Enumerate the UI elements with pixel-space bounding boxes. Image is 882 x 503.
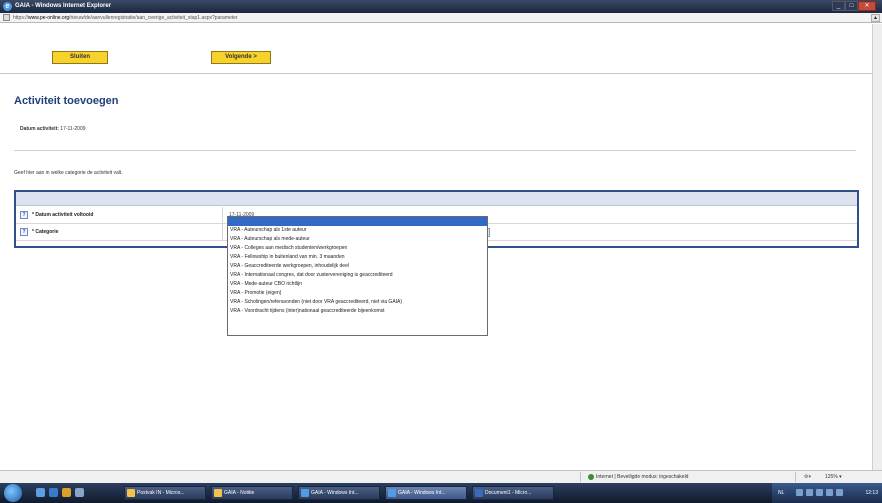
dropdown-option[interactable]: VRA - Mede-auteur CBO richtlijn: [228, 280, 487, 289]
switch-windows-icon[interactable]: [75, 488, 84, 497]
next-button[interactable]: Volgende >: [211, 51, 271, 64]
activity-date-value: 17-11-2009: [60, 126, 86, 132]
dropdown-option[interactable]: VRA - Promotie (eigen): [228, 289, 487, 298]
taskbar-item[interactable]: Document1 - Micro...: [472, 486, 554, 500]
taskbar-item-label: Postvak IN - Micros...: [137, 490, 185, 496]
maximize-button[interactable]: □: [845, 1, 858, 11]
network-icon[interactable]: [836, 489, 843, 496]
taskbar-item-active[interactable]: GAIA - Windows Int...: [385, 486, 467, 500]
minimize-button[interactable]: _: [832, 1, 845, 11]
taskbar-item-label: Document1 - Micro...: [485, 490, 532, 496]
taskbar-item[interactable]: Postvak IN - Micros...: [124, 486, 206, 500]
address-url[interactable]: https://www.pe-online.org/nieuw/de/aanvu…: [13, 14, 238, 22]
category-label: * Categorie: [32, 229, 59, 235]
dropdown-option[interactable]: VRA - Geaccrediteerde werkgroepen, inhou…: [228, 262, 487, 271]
word-icon: [475, 489, 483, 497]
close-button[interactable]: Sluiten: [52, 51, 108, 64]
tray-icon[interactable]: [816, 489, 823, 496]
dropdown-option[interactable]: VRA - Auteurschap als 1ste auteur: [228, 226, 487, 235]
url-host: www.pe-online.org: [28, 15, 70, 21]
ie-icon: [388, 489, 396, 497]
security-zone[interactable]: Internet | Beveiligde modus: ingeschakel…: [588, 473, 688, 481]
globe-icon: [588, 473, 594, 480]
activity-date-label: Datum activiteit:: [20, 126, 59, 132]
outlook-icon: [127, 489, 135, 497]
url-prefix: https://: [13, 15, 29, 21]
ie-icon: [301, 489, 309, 497]
column-divider: [222, 207, 223, 224]
category-dropdown-list[interactable]: VRA - Auteurschap als 1ste auteur VRA - …: [227, 216, 488, 336]
page-icon: [3, 14, 10, 21]
scroll-up-arrow-icon[interactable]: ▲: [871, 14, 880, 22]
column-divider: [222, 224, 223, 241]
page-toolbar: Sluiten Volgende >: [0, 24, 872, 74]
instruction-text: Geef hier aan in welke categorie de acti…: [14, 170, 123, 176]
taskbar-item-label: GAIA - Notitie: [224, 490, 255, 496]
status-divider: [795, 472, 796, 482]
taskbar-item[interactable]: GAIA - Notitie: [211, 486, 293, 500]
windows-taskbar: Postvak IN - Micros... GAIA - Notitie GA…: [0, 483, 882, 503]
tray-icon[interactable]: [796, 489, 803, 496]
zoom-level[interactable]: 125% ▾: [825, 473, 842, 481]
status-divider: [580, 472, 581, 482]
divider: [14, 150, 856, 151]
internet-explorer-icon: e: [3, 2, 12, 11]
start-button-icon[interactable]: [4, 484, 22, 502]
dropdown-option[interactable]: [228, 217, 487, 226]
show-desktop-icon[interactable]: [36, 488, 45, 497]
window-titlebar: e GAIA - Windows Internet Explorer _ □ ✕: [0, 0, 882, 13]
close-window-button[interactable]: ✕: [858, 1, 876, 11]
vertical-scrollbar[interactable]: [872, 24, 882, 470]
help-icon[interactable]: ?: [20, 228, 28, 236]
date-completed-label: * Datum activiteit voltooid: [32, 212, 94, 218]
ie-quicklaunch-icon[interactable]: [49, 488, 58, 497]
page-title: Activiteit toevoegen: [14, 95, 119, 107]
taskbar-item-label: GAIA - Windows Int...: [398, 490, 446, 496]
tray-icon[interactable]: [806, 489, 813, 496]
outlook-quicklaunch-icon[interactable]: [62, 488, 71, 497]
window-controls: _ □ ✕: [832, 1, 876, 11]
help-icon[interactable]: ?: [20, 211, 28, 219]
url-path: /nieuw/de/aanvullenregistratie/aan_overi…: [69, 15, 238, 21]
dropdown-option[interactable]: VRA - Colleges aan medisch studenten/wer…: [228, 244, 487, 253]
dropdown-option[interactable]: VRA - Voordracht tijdens (inter)nationaa…: [228, 307, 487, 316]
clock[interactable]: 12:13: [865, 490, 878, 496]
taskbar-item-label: GAIA - Windows Int...: [311, 490, 359, 496]
dropdown-option[interactable]: VRA - Scholingen/referavonden (niet door…: [228, 298, 487, 307]
dropdown-option[interactable]: VRA - Auteurschap als mede-auteur: [228, 235, 487, 244]
window-title: GAIA - Windows Internet Explorer: [15, 3, 112, 9]
zoom-level-text: 125%: [825, 474, 838, 480]
dropdown-option[interactable]: VRA - Fellowship in buitenland van min. …: [228, 253, 487, 262]
status-bar: Internet | Beveiligde modus: ingeschakel…: [0, 470, 882, 483]
form-header: [16, 192, 857, 206]
security-zone-text: Internet | Beveiligde modus: ingeschakel…: [596, 474, 689, 480]
taskbar-item[interactable]: GAIA - Windows Int...: [298, 486, 380, 500]
volume-icon[interactable]: [826, 489, 833, 496]
notepad-icon: [214, 489, 222, 497]
language-indicator[interactable]: NL: [778, 490, 784, 496]
activity-date: Datum activiteit: 17-11-2009: [20, 126, 86, 132]
dropdown-option[interactable]: VRA - Internationaal congres, dat door z…: [228, 271, 487, 280]
protected-mode-icon[interactable]: ⚙▾: [804, 473, 811, 481]
system-tray: NL 12:13: [772, 483, 882, 503]
address-bar[interactable]: https://www.pe-online.org/nieuw/de/aanvu…: [0, 13, 882, 23]
